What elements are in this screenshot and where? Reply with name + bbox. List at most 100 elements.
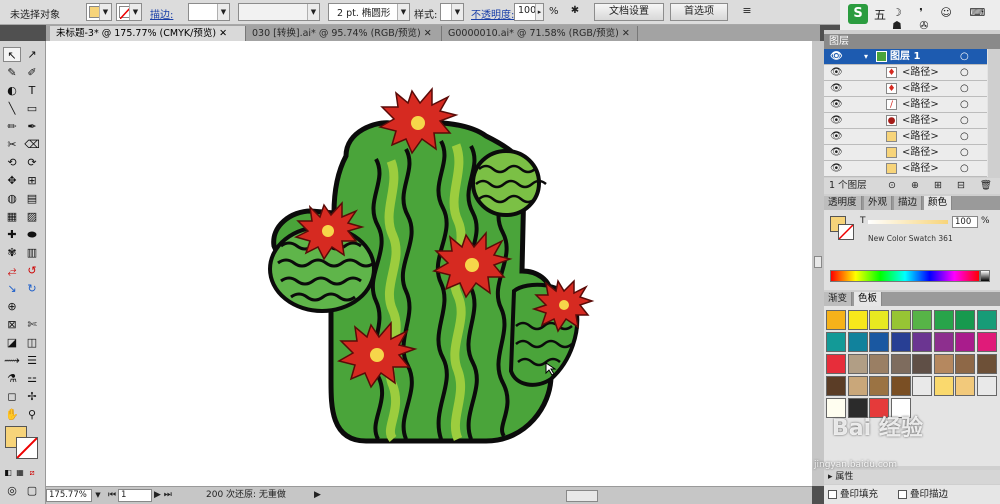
page-nav-icon[interactable]: ▶ ⏭ (154, 489, 184, 502)
color-swatch[interactable] (955, 310, 975, 330)
eyedropper-tool-icon-2[interactable]: ⚗ (3, 371, 21, 386)
color-swatch[interactable] (933, 332, 954, 352)
gradient-tool-icon[interactable]: ▨ (23, 209, 41, 224)
variable-width-dropdown[interactable]: ▼ (238, 3, 320, 21)
recolor-icon[interactable]: ✱ (564, 3, 586, 21)
screen-mode-icon[interactable]: ▢ (23, 483, 41, 498)
target-icon[interactable]: ○ (960, 49, 969, 64)
layer-actions-icons[interactable]: ⊙ ⊕ ⊞ ⊟ 🗑 (888, 178, 998, 194)
target-icon[interactable]: ○ (960, 81, 969, 96)
target-icon[interactable]: ○ (960, 129, 969, 144)
shape-builder-tool-icon[interactable]: ◍ (3, 191, 21, 206)
warp-tool-icon[interactable]: ✥ (3, 173, 21, 188)
eye-icon[interactable]: 👁 (830, 161, 843, 176)
chevron-down-icon[interactable]: ▼ (92, 489, 104, 502)
close-icon[interactable]: ✕ (424, 28, 432, 39)
color-swatch[interactable] (912, 354, 932, 374)
close-icon[interactable]: ✕ (622, 28, 630, 39)
layer-row[interactable]: 👁 ♦ <路径> ○ (824, 65, 987, 81)
tint-value[interactable]: 100 (952, 216, 978, 228)
zoom-input[interactable]: 175.77% (46, 489, 92, 502)
layer-row[interactable]: 👁 <路径> ○ (824, 129, 987, 145)
tab-document-2[interactable]: 030 [转换].ai* @ 95.74% (RGB/预览) ✕ (246, 26, 442, 41)
stroke-link[interactable]: 描边: (150, 6, 173, 21)
page-input[interactable]: 1 (118, 489, 152, 502)
tab-gradient[interactable]: 渐变 (824, 292, 853, 306)
style-dropdown[interactable]: ▼ (440, 3, 464, 21)
stroke-color-box[interactable] (838, 224, 854, 240)
knife-tool-icon[interactable]: ✢ (23, 389, 41, 404)
measure-tool-icon[interactable]: ⚍ (23, 371, 41, 386)
black-white-bar[interactable] (980, 270, 990, 282)
layer-row[interactable]: 👁 ♦ <路径> ○ (824, 81, 987, 97)
target-icon[interactable]: ○ (960, 65, 969, 80)
preferences-button[interactable]: 首选项 (670, 3, 728, 21)
color-swatch[interactable] (890, 310, 911, 330)
panel-menu-icon[interactable]: ≡ (738, 3, 756, 21)
graph-tool-icon[interactable]: ◪ (3, 335, 21, 350)
hand-tool-icon[interactable]: ✋ (3, 407, 21, 422)
artboard-canvas[interactable] (46, 41, 812, 486)
color-swatch[interactable] (933, 354, 954, 374)
ime-toolbar-icons[interactable]: ☽ ❜ ☺ ⌨ ☗ ✇ (892, 6, 1000, 32)
close-icon[interactable]: ✕ (219, 28, 227, 39)
pen-tool-icon[interactable]: ◐ (3, 83, 21, 98)
overprint-stroke-checkbox[interactable] (898, 490, 907, 499)
eye-icon[interactable]: 👁 (830, 145, 843, 160)
color-swatch[interactable] (933, 310, 954, 330)
default-colors-icon[interactable]: ◧ (3, 465, 13, 480)
color-swatch[interactable] (955, 376, 975, 396)
zoom-tool-icon[interactable]: ⚲ (23, 407, 41, 422)
line-tool-icon[interactable]: ╲ (3, 101, 21, 116)
stroke-color-box[interactable] (16, 437, 38, 459)
free-transform-tool-icon[interactable]: ⊞ (23, 173, 41, 188)
gradient-mode-icon[interactable]: ▦ (15, 465, 25, 480)
tab-swatches[interactable]: 色板 (854, 292, 883, 306)
document-setup-button[interactable]: 文档设置 (594, 3, 664, 21)
paintbrush-tool-icon[interactable]: ✏ (3, 119, 21, 134)
color-swatch[interactable] (912, 310, 932, 330)
stroke-swatch-dropdown[interactable]: ▼ (116, 3, 142, 21)
eye-icon[interactable]: 👁 (830, 65, 843, 80)
color-swatch[interactable] (826, 310, 846, 330)
opacity-link[interactable]: 不透明度: (471, 6, 514, 21)
layer-row-top[interactable]: 👁 ▾ 图层 1 ○ (824, 49, 987, 65)
color-swatch[interactable] (826, 354, 846, 374)
color-swatch[interactable] (869, 310, 889, 330)
symbol-tool-icon[interactable]: ◫ (23, 335, 41, 350)
color-swatch[interactable] (826, 332, 846, 352)
layers-scrollbar[interactable] (988, 49, 1000, 177)
color-swatch[interactable] (847, 332, 868, 352)
selection-tool-icon[interactable]: ↖ (3, 47, 21, 62)
color-swatch[interactable] (847, 310, 868, 330)
scroll-thumb[interactable] (566, 490, 598, 502)
scale-tool-icon[interactable]: ⟳ (23, 155, 41, 170)
color-swatch[interactable] (890, 332, 911, 352)
none-mode-icon[interactable]: ⧄ (27, 465, 37, 480)
eye-icon[interactable]: 👁 (830, 81, 843, 96)
direct-selection-tool-icon[interactable]: ↗ (23, 47, 41, 62)
color-swatch[interactable] (976, 310, 997, 330)
eye-icon[interactable]: 👁 (830, 49, 843, 64)
target-icon[interactable]: ○ (960, 113, 969, 128)
color-swatch[interactable] (847, 376, 868, 396)
color-swatch[interactable] (869, 376, 889, 396)
color-swatch[interactable] (933, 376, 954, 396)
color-swatch[interactable] (976, 332, 997, 352)
color-swatch[interactable] (912, 376, 932, 396)
scissors-tool-icon[interactable]: ✄ (23, 317, 41, 332)
color-swatch[interactable] (955, 354, 975, 374)
color-swatch[interactable] (890, 354, 911, 374)
symbol-sprayer-tool-icon[interactable]: ✾ (3, 245, 21, 260)
width-tool-icon[interactable]: ⥄ (3, 263, 21, 278)
magic-wand-tool-icon[interactable]: ✎ (3, 65, 21, 80)
tint-slider[interactable] (868, 220, 948, 224)
brush-dropdown[interactable]: 2 pt. 椭圆形 ▼ (328, 3, 410, 21)
eye-icon[interactable]: 👁 (830, 97, 843, 112)
chevron-right-icon[interactable]: ▶ (314, 489, 321, 502)
layer-row[interactable]: 👁 <路径> ○ (824, 161, 987, 177)
vertical-scrollbar[interactable] (812, 41, 824, 486)
type-tool-icon[interactable]: T (23, 83, 41, 98)
rectangle-tool-icon[interactable]: ▭ (23, 101, 41, 116)
tab-stroke[interactable]: 描边 (894, 196, 923, 210)
